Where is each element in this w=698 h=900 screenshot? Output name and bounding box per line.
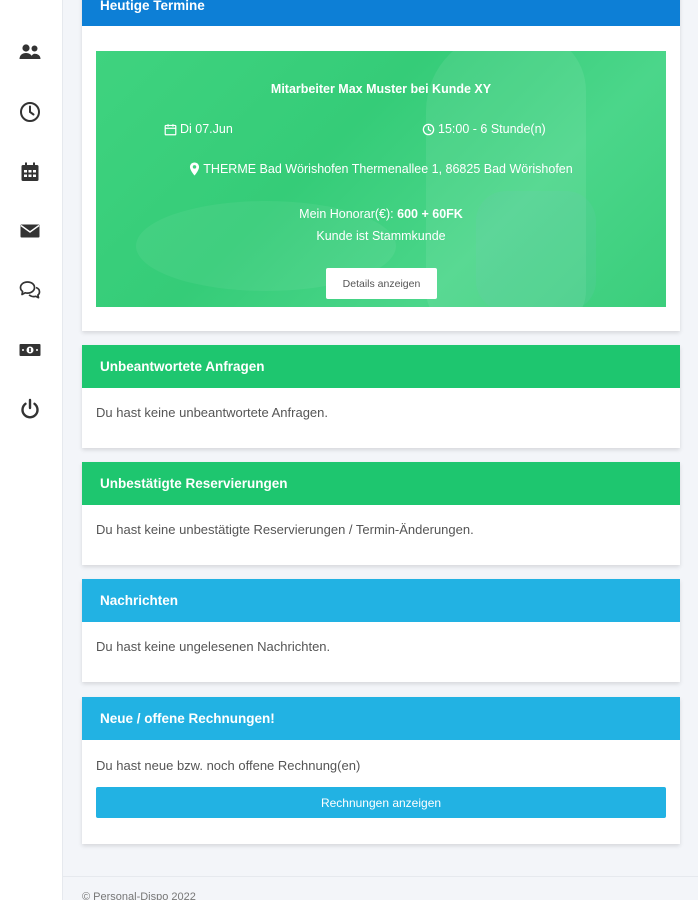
footer-copyright: © Personal-Dispo 2022 [82, 891, 196, 900]
customer-status: Kunde ist Stammkunde [316, 229, 446, 243]
messages-header: Nachrichten [82, 579, 680, 622]
reservations-text: Du hast keine unbestätigte Reservierunge… [96, 522, 474, 537]
clock-icon[interactable] [17, 99, 43, 125]
calendar-icon[interactable] [17, 159, 43, 185]
appointment-date-text: Di 07.Jun [180, 122, 233, 136]
appointment-time-text: 15:00 - 6 Stunde(n) [438, 122, 546, 136]
today-appointments-header: Heutige Termine [82, 0, 680, 26]
invoices-card: Neue / offene Rechnungen! Du hast neue b… [82, 697, 680, 844]
reservations-header: Unbestätigte Reservierungen [82, 462, 680, 505]
inquiries-header: Unbeantwortete Anfragen [82, 345, 680, 388]
invoices-header: Neue / offene Rechnungen! [82, 697, 680, 740]
appointment-fee: Mein Honorar(€): 600 + 60FK [96, 207, 666, 221]
messages-text: Du hast keine ungelesenen Nachrichten. [96, 639, 331, 654]
appointment-location: THERME Bad Wörishofen Thermenallee 1, 86… [96, 162, 666, 176]
details-button[interactable]: Details anzeigen [326, 268, 437, 299]
invoices-body: Du hast neue bzw. noch offene Rechnung(e… [82, 740, 680, 836]
sidebar [0, 0, 63, 900]
chat-icon[interactable] [17, 277, 43, 303]
fee-label: Mein Honorar(€): [299, 207, 394, 221]
clock-icon [422, 123, 435, 135]
appointment-location-text: THERME Bad Wörishofen Thermenallee 1, 86… [203, 162, 573, 176]
today-appointments-card: Heutige Termine Mitarbeiter Max Muster b… [82, 0, 680, 331]
appointment-date: Di 07.Jun [164, 122, 233, 136]
users-icon[interactable] [17, 39, 43, 65]
map-marker-icon [190, 162, 200, 176]
appointment-title: Mitarbeiter Max Muster bei Kunde XY [270, 82, 492, 96]
money-icon[interactable] [17, 337, 43, 363]
footer-divider [63, 876, 698, 877]
appointment-panel: Mitarbeiter Max Muster bei Kunde XY Di 0… [96, 51, 666, 307]
power-icon[interactable] [17, 396, 43, 422]
fee-value: 600 + 60FK [397, 207, 463, 221]
envelope-icon[interactable] [17, 218, 43, 244]
reservations-card: Unbestätigte Reservierungen Du hast kein… [82, 462, 680, 565]
appointment-time: 15:00 - 6 Stunde(n) [422, 122, 546, 136]
messages-card: Nachrichten Du hast keine ungelesenen Na… [82, 579, 680, 682]
invoices-text: Du hast neue bzw. noch offene Rechnung(e… [96, 758, 361, 773]
inquiries-text: Du hast keine unbeantwortete Anfragen. [96, 405, 328, 420]
inquiries-card: Unbeantwortete Anfragen Du hast keine un… [82, 345, 680, 448]
show-invoices-button[interactable]: Rechnungen anzeigen [96, 787, 666, 818]
calendar-icon [164, 123, 177, 135]
